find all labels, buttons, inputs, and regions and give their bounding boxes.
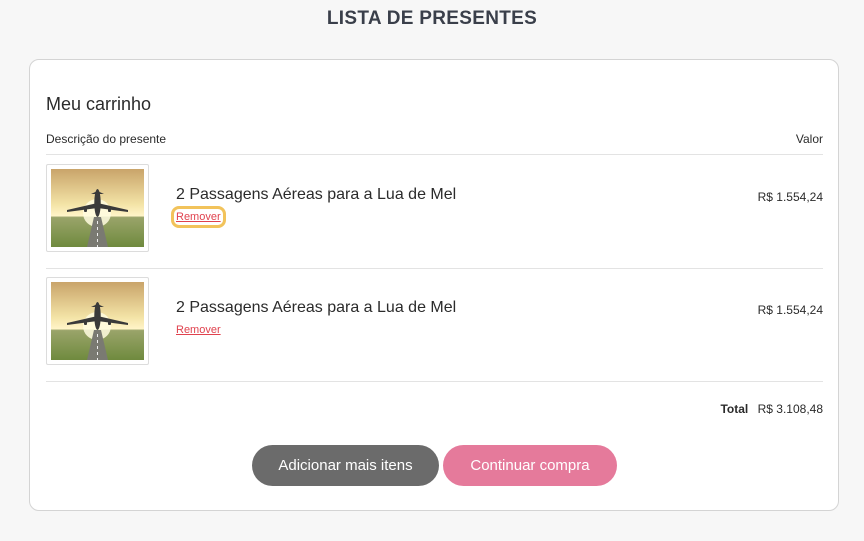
- item-image: [46, 164, 149, 252]
- airplane-photo-icon: [51, 282, 144, 360]
- total-label: Total: [720, 402, 749, 416]
- add-more-items-button[interactable]: Adicionar mais itens: [252, 445, 439, 486]
- continue-purchase-button[interactable]: Continuar compra: [443, 445, 617, 486]
- remove-item-link[interactable]: Remover: [171, 206, 226, 228]
- item-price: R$ 1.554,24: [757, 303, 823, 317]
- cart-item: 2 Passagens Aéreas para a Lua de Mel Rem…: [46, 277, 823, 367]
- cart-heading: Meu carrinho: [46, 94, 152, 114]
- column-header-value: Valor: [795, 132, 823, 146]
- item-name: 2 Passagens Aéreas para a Lua de Mel: [176, 186, 457, 203]
- divider: [46, 381, 823, 382]
- item-image: [46, 277, 149, 365]
- cart-card: Meu carrinho Descrição do presente Valor: [29, 59, 839, 511]
- total-value: R$ 3.108,48: [757, 402, 823, 416]
- divider: [46, 154, 823, 155]
- column-header-description: Descrição do presente: [46, 132, 167, 146]
- item-name: 2 Passagens Aéreas para a Lua de Mel: [176, 299, 457, 316]
- cart-total: Total R$ 3.108,48: [720, 402, 823, 416]
- page-title: LISTA DE PRESENTES: [326, 8, 538, 29]
- divider: [46, 268, 823, 269]
- cart-item: 2 Passagens Aéreas para a Lua de Mel Rem…: [46, 164, 823, 254]
- remove-item-link[interactable]: Remover: [176, 324, 221, 336]
- airplane-photo-icon: [51, 169, 144, 247]
- item-price: R$ 1.554,24: [757, 190, 823, 204]
